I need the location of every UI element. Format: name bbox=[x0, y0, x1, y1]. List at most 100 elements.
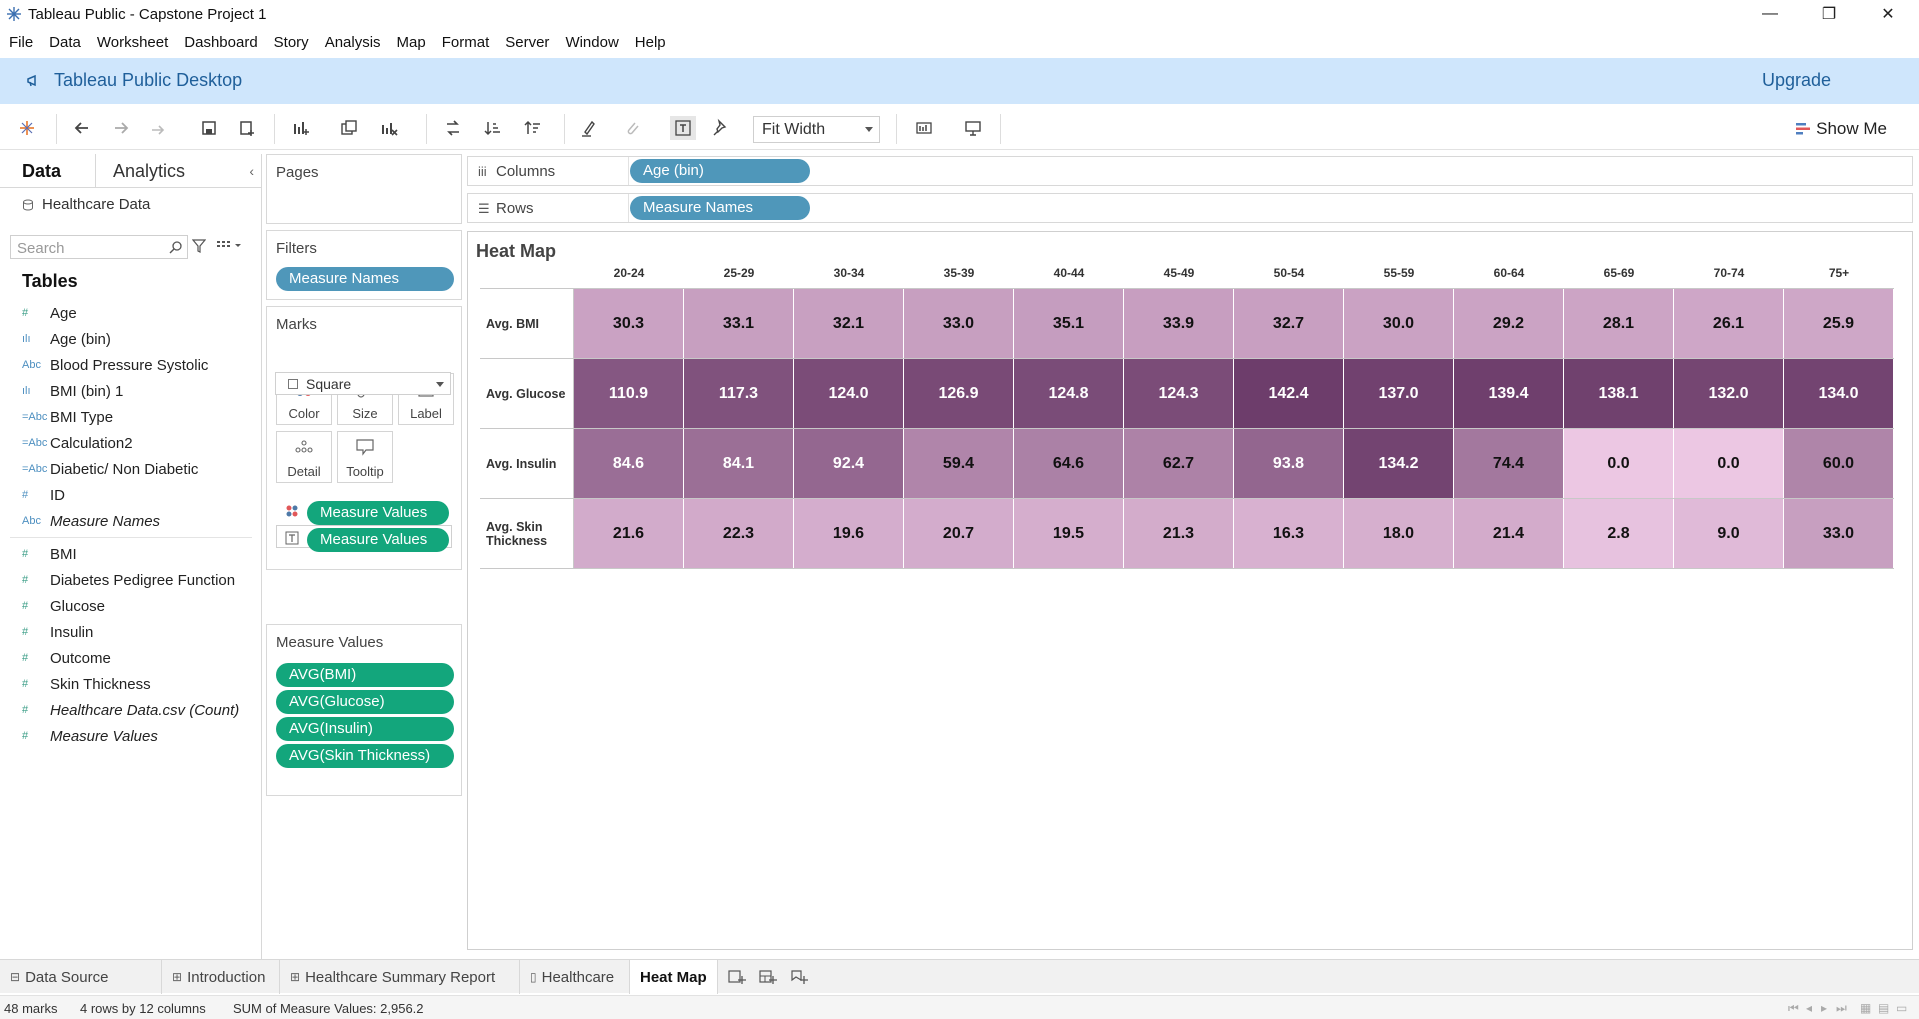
column-header[interactable]: 75+ bbox=[1784, 266, 1894, 280]
heatmap-cell[interactable]: 32.1 bbox=[794, 289, 903, 358]
heatmap-cell[interactable]: 32.7 bbox=[1234, 289, 1343, 358]
column-header[interactable]: 60-64 bbox=[1454, 266, 1564, 280]
heatmap-cell[interactable]: 28.1 bbox=[1564, 289, 1673, 358]
field-age-bin[interactable]: ılı Age (bin) bbox=[0, 326, 262, 352]
rows-pill-measure-names[interactable]: Measure Names bbox=[630, 196, 810, 220]
field-id[interactable]: # ID bbox=[0, 482, 262, 508]
tab-data[interactable]: Data bbox=[22, 161, 61, 182]
column-header[interactable]: 35-39 bbox=[904, 266, 1014, 280]
heatmap-cell[interactable]: 124.0 bbox=[794, 359, 903, 428]
menu-server[interactable]: Server bbox=[505, 34, 549, 51]
tab-introduction[interactable]: ⊞ Introduction bbox=[162, 960, 280, 994]
highlight-button[interactable] bbox=[576, 116, 602, 140]
field-bmi-bin-1[interactable]: ılı BMI (bin) 1 bbox=[0, 378, 262, 404]
field-bmi-type[interactable]: =Abc BMI Type bbox=[0, 404, 262, 430]
field-skin-thickness[interactable]: # Skin Thickness bbox=[0, 671, 262, 697]
heatmap-cell[interactable]: 84.6 bbox=[574, 429, 683, 498]
heatmap-cell[interactable]: 74.4 bbox=[1454, 429, 1563, 498]
previous-page-icon[interactable]: ◂ bbox=[1806, 1001, 1812, 1015]
heatmap-cell[interactable]: 132.0 bbox=[1674, 359, 1783, 428]
clear-sheet-button[interactable] bbox=[376, 116, 402, 140]
field-calculation2[interactable]: =Abc Calculation2 bbox=[0, 430, 262, 456]
menu-story[interactable]: Story bbox=[274, 34, 309, 51]
column-header[interactable]: 30-34 bbox=[794, 266, 904, 280]
fit-width-dropdown[interactable]: Fit Width bbox=[753, 116, 880, 143]
column-header[interactable]: 50-54 bbox=[1234, 266, 1344, 280]
filter-funnel-icon[interactable] bbox=[192, 239, 206, 253]
save-button[interactable] bbox=[196, 116, 222, 140]
tab-healthcare-summary-report[interactable]: ⊞ Healthcare Summary Report bbox=[280, 960, 520, 994]
heatmap-cell[interactable]: 33.0 bbox=[1784, 499, 1893, 568]
columns-pill-age-bin[interactable]: Age (bin) bbox=[630, 159, 810, 183]
filters-card[interactable]: Filters Measure Names bbox=[266, 230, 462, 300]
new-dashboard-icon[interactable] bbox=[758, 968, 778, 986]
heatmap-cell[interactable]: 33.1 bbox=[684, 289, 793, 358]
tab-heat-map[interactable]: Heat Map bbox=[630, 960, 718, 994]
heatmap-cell[interactable]: 35.1 bbox=[1014, 289, 1123, 358]
heatmap-cell[interactable]: 126.9 bbox=[904, 359, 1013, 428]
heatmap-cell[interactable]: 124.8 bbox=[1014, 359, 1123, 428]
menu-format[interactable]: Format bbox=[442, 34, 490, 51]
heatmap-cell[interactable]: 18.0 bbox=[1344, 499, 1453, 568]
redo-button[interactable] bbox=[108, 116, 134, 140]
heatmap-cell[interactable]: 134.0 bbox=[1784, 359, 1893, 428]
column-header[interactable]: 55-59 bbox=[1344, 266, 1454, 280]
heatmap-cell[interactable]: 110.9 bbox=[574, 359, 683, 428]
menu-map[interactable]: Map bbox=[397, 34, 426, 51]
heatmap-cell[interactable]: 2.8 bbox=[1564, 499, 1673, 568]
new-worksheet-icon[interactable] bbox=[727, 968, 747, 986]
show-mark-labels-button[interactable] bbox=[670, 116, 696, 140]
heatmap-cell[interactable]: 30.3 bbox=[574, 289, 683, 358]
tab-data-source[interactable]: ⊟ Data Source bbox=[0, 960, 162, 994]
heatmap-cell[interactable]: 21.6 bbox=[574, 499, 683, 568]
menu-worksheet[interactable]: Worksheet bbox=[97, 34, 168, 51]
restore-button[interactable]: ❐ bbox=[1800, 0, 1858, 28]
detail-button[interactable]: Detail bbox=[276, 431, 332, 483]
replay-button[interactable] bbox=[146, 116, 172, 140]
heatmap-cell[interactable]: 9.0 bbox=[1674, 499, 1783, 568]
heatmap-cell[interactable]: 21.4 bbox=[1454, 499, 1563, 568]
heatmap-cell[interactable]: 0.0 bbox=[1674, 429, 1783, 498]
search-icon[interactable] bbox=[169, 240, 183, 254]
field-measure-values[interactable]: # Measure Values bbox=[0, 723, 262, 749]
heatmap-cell[interactable]: 137.0 bbox=[1344, 359, 1453, 428]
heatmap-cell[interactable]: 60.0 bbox=[1784, 429, 1893, 498]
menu-file[interactable]: File bbox=[9, 34, 33, 51]
heatmap-cell[interactable]: 84.1 bbox=[684, 429, 793, 498]
field-measure-names[interactable]: Abc Measure Names bbox=[0, 508, 262, 534]
filmstrip-view-icon[interactable]: ▤ bbox=[1878, 1001, 1889, 1015]
heatmap-cell[interactable]: 64.6 bbox=[1014, 429, 1123, 498]
last-page-icon[interactable]: ⏭ bbox=[1836, 1001, 1847, 1016]
column-header[interactable]: 65-69 bbox=[1564, 266, 1674, 280]
measure-pill-avg-glucose[interactable]: AVG(Glucose) bbox=[276, 690, 454, 714]
swap-rows-columns-button[interactable] bbox=[440, 116, 466, 140]
heatmap-cell[interactable]: 30.0 bbox=[1344, 289, 1453, 358]
field-age[interactable]: # Age bbox=[0, 300, 262, 326]
grid-view-icon[interactable]: ▦ bbox=[1860, 1001, 1871, 1015]
field-diabetic-non-diabetic[interactable]: =Abc Diabetic/ Non Diabetic bbox=[0, 456, 262, 482]
heatmap-cell[interactable]: 134.2 bbox=[1344, 429, 1453, 498]
tab-healthcare[interactable]: ▯ Healthcare bbox=[520, 960, 630, 994]
heatmap-cell[interactable]: 117.3 bbox=[684, 359, 793, 428]
column-header[interactable]: 40-44 bbox=[1014, 266, 1124, 280]
duplicate-sheet-button[interactable] bbox=[336, 116, 362, 140]
fix-axes-button[interactable] bbox=[708, 116, 734, 140]
field-insulin[interactable]: # Insulin bbox=[0, 619, 262, 645]
field-bmi[interactable]: # BMI bbox=[0, 541, 262, 567]
heatmap-cell[interactable]: 62.7 bbox=[1124, 429, 1233, 498]
new-worksheet-button[interactable] bbox=[288, 116, 314, 140]
search-input[interactable] bbox=[17, 239, 157, 257]
mark-type-select[interactable]: Square bbox=[275, 372, 451, 395]
new-story-icon[interactable] bbox=[789, 968, 809, 986]
next-page-icon[interactable]: ▸ bbox=[1821, 1001, 1827, 1015]
collapse-pane-icon[interactable]: ‹ bbox=[249, 163, 254, 179]
show-cards-button[interactable] bbox=[911, 116, 937, 140]
worksheet-view[interactable]: Heat Map 20-24 25-29 30-34 35-39 40-44 45-49 5… bbox=[467, 231, 1913, 950]
group-members-button[interactable] bbox=[620, 116, 646, 140]
row-header[interactable]: Avg. Glucose bbox=[480, 359, 580, 428]
heatmap-cell[interactable]: 138.1 bbox=[1564, 359, 1673, 428]
tableau-home-button[interactable] bbox=[14, 116, 40, 140]
measure-pill-avg-skin-thickness[interactable]: AVG(Skin Thickness) bbox=[276, 744, 454, 768]
column-header[interactable]: 70-74 bbox=[1674, 266, 1784, 280]
filter-pill-measure-names[interactable]: Measure Names bbox=[276, 267, 454, 291]
